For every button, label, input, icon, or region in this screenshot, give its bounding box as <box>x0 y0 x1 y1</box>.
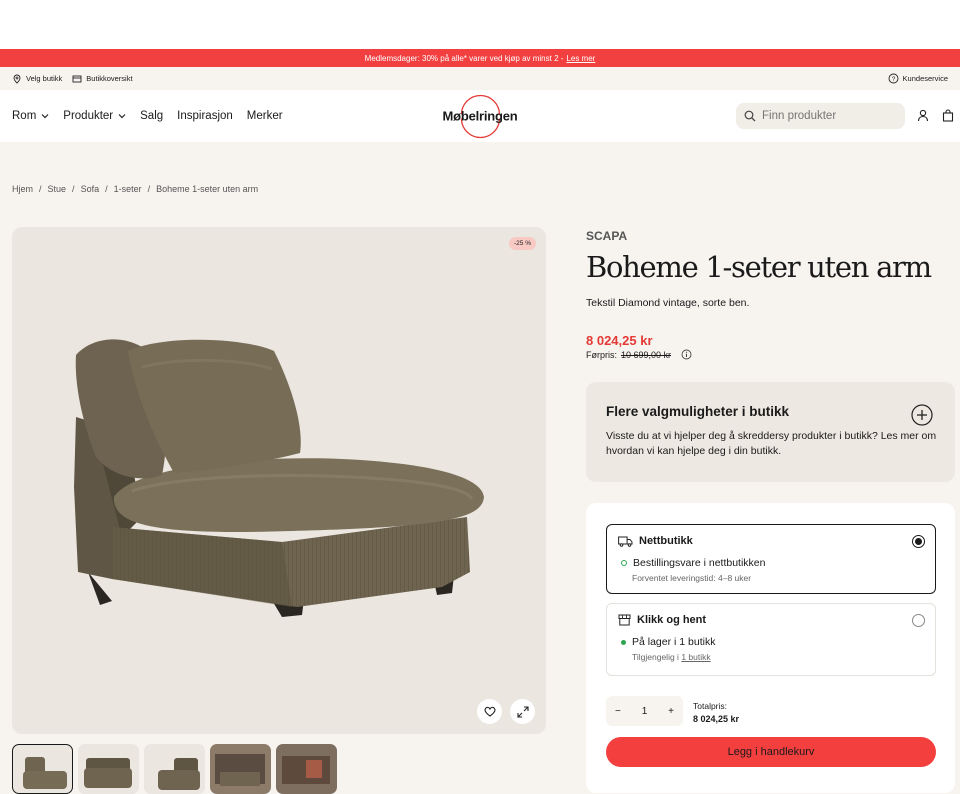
truck-icon <box>618 536 633 547</box>
room-thumbnail-image <box>210 744 271 794</box>
expand-icon <box>516 705 529 718</box>
thumbnail-strip <box>12 744 337 794</box>
store-options-text: Visste du at vi hjelper deg å skreddersy… <box>606 430 937 457</box>
sofa-thumbnail-image <box>84 758 132 788</box>
svg-text:?: ? <box>891 76 895 83</box>
breadcrumb-current: Boheme 1-seter uten arm <box>156 184 259 194</box>
shopping-bag-icon[interactable] <box>942 109 954 122</box>
status-ring-icon <box>621 560 627 566</box>
chevron-down-icon <box>118 114 126 119</box>
delivery-option-online[interactable]: Nettbutikk Bestillingsvare i nettbutikke… <box>606 524 936 594</box>
breadcrumb-separator: / <box>105 184 108 194</box>
chevron-down-icon <box>41 114 49 119</box>
delivery-option-title: Nettbutikk <box>639 535 693 547</box>
delivery-option-header: Klikk og hent <box>618 614 924 626</box>
breadcrumb-1-seter[interactable]: 1-seter <box>114 184 142 194</box>
logo-text: Møbelringen <box>442 108 518 124</box>
promo-link[interactable]: Les mer <box>566 54 595 63</box>
nav-item-produkter[interactable]: Produkter <box>63 110 126 122</box>
utility-bar: Velg butikk Butikkoversikt ? Kundeservic… <box>0 67 960 90</box>
choose-store-label: Velg butikk <box>26 74 63 83</box>
store-overview-label: Butikkoversikt <box>86 74 133 83</box>
total-price: Totalpris: 8 024,25 kr <box>693 700 739 726</box>
choose-store-link[interactable]: Velg butikk <box>12 74 62 84</box>
delivery-panel: Nettbutikk Bestillingsvare i nettbutikke… <box>586 503 955 793</box>
help-circle-icon: ? <box>888 73 898 84</box>
increase-button[interactable]: + <box>668 706 674 717</box>
favorite-button[interactable] <box>477 699 502 724</box>
sofa-thumbnail-image <box>158 758 200 790</box>
promo-text: Medlemsdager: 30% på alle* varer ved kjø… <box>364 53 564 63</box>
nav-item-salg[interactable]: Salg <box>140 110 163 122</box>
customer-service-label: Kundeservice <box>902 74 948 83</box>
delivery-option-title: Klikk og hent <box>637 614 707 626</box>
pickup-status: På lager i 1 butikk <box>621 636 924 648</box>
plus-circle-icon[interactable] <box>911 404 933 426</box>
discount-badge: -25 % <box>509 237 536 250</box>
heart-icon <box>484 706 495 717</box>
breadcrumb-separator: / <box>72 184 75 194</box>
thumbnail[interactable] <box>78 744 139 794</box>
delivery-option-pickup[interactable]: Klikk og hent På lager i 1 butikk Tilgje… <box>606 603 936 676</box>
delivery-subtext: Forventet leveringstid: 4–8 uker <box>632 573 752 583</box>
pickup-radio[interactable] <box>912 614 925 627</box>
info-icon[interactable] <box>681 349 692 360</box>
store-icon <box>72 75 82 82</box>
promo-banner: Medlemsdager: 30% på alle* varer ved kjø… <box>0 49 960 67</box>
delivery-option-header: Nettbutikk <box>618 535 924 547</box>
breadcrumb-home[interactable]: Hjem <box>12 184 33 194</box>
product-brand[interactable]: SCAPA <box>586 229 627 243</box>
status-dot-icon <box>621 639 626 645</box>
breadcrumb-separator: / <box>39 184 42 194</box>
breadcrumb: Hjem / Stue / Sofa / 1-seter / Boheme 1-… <box>12 184 258 194</box>
thumbnail[interactable] <box>144 744 205 794</box>
customer-service-link[interactable]: ? Kundeservice <box>888 73 948 84</box>
quantity-value[interactable]: 1 <box>642 706 648 717</box>
user-icon[interactable] <box>917 109 929 122</box>
location-pin-icon <box>13 74 21 84</box>
store-icon <box>618 614 631 626</box>
before-price-value: 10 699,00 kr <box>621 349 672 360</box>
breadcrumb-stue[interactable]: Stue <box>48 184 67 194</box>
nav-item-merker[interactable]: Merker <box>247 110 283 122</box>
product-price: 8 024,25 kr <box>586 333 653 348</box>
store-count-link[interactable]: 1 butikk <box>681 652 710 662</box>
store-options-panel[interactable]: Flere valgmuligheter i butikk Visste du … <box>586 382 955 482</box>
decrease-button[interactable]: − <box>615 706 621 717</box>
top-blank-area <box>0 0 960 49</box>
nav-item-rom[interactable]: Rom <box>12 110 49 122</box>
product-description: Tekstil Diamond vintage, sorte ben. <box>586 297 750 309</box>
thumbnail[interactable] <box>210 744 271 794</box>
pickup-subtext: Tilgjengelig i 1 butikk <box>632 652 711 662</box>
delivery-status: Bestillingsvare i nettbutikken <box>621 557 924 569</box>
site-logo[interactable]: Møbelringen <box>442 94 518 138</box>
main-nav: Rom Produkter Salg Inspirasjon Merker Mø… <box>0 90 960 142</box>
expand-image-button[interactable] <box>510 699 535 724</box>
store-options-title: Flere valgmuligheter i butikk <box>606 404 790 419</box>
thumbnail[interactable] <box>12 744 73 794</box>
search-icon <box>744 110 756 122</box>
sofa-thumbnail-image <box>23 757 67 789</box>
nav-menu: Rom Produkter Salg Inspirasjon Merker <box>12 110 283 122</box>
before-price-label: Førpris: <box>586 349 617 360</box>
total-value: 8 024,25 kr <box>693 714 740 724</box>
total-label: Totalpris: <box>693 701 728 711</box>
sofa-chair-image <box>74 339 484 617</box>
add-to-cart-button[interactable]: Legg i handlekurv <box>606 737 936 767</box>
breadcrumb-separator: / <box>147 184 151 194</box>
search-input[interactable] <box>762 110 892 122</box>
thumbnail[interactable] <box>276 744 337 794</box>
nav-item-inspirasjon[interactable]: Inspirasjon <box>177 110 233 122</box>
quantity-stepper: − 1 + <box>606 696 683 726</box>
search-box[interactable] <box>736 103 905 129</box>
breadcrumb-sofa[interactable]: Sofa <box>81 184 100 194</box>
product-title: Boheme 1-seter uten arm <box>586 250 932 284</box>
online-radio[interactable] <box>912 535 925 548</box>
store-overview-link[interactable]: Butikkoversikt <box>72 74 133 84</box>
before-price: Førpris: 10 699,00 kr <box>586 349 692 360</box>
product-image-gallery[interactable]: -25 % <box>12 227 546 734</box>
room-thumbnail-image <box>276 744 337 794</box>
